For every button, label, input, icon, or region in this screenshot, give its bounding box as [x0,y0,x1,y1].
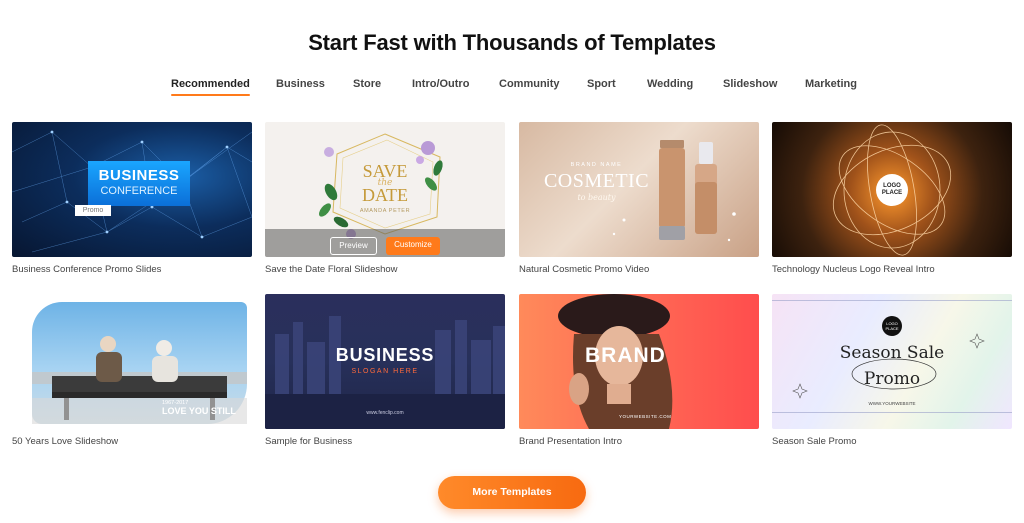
logo-placeholder: LOGO PLACE [876,174,908,206]
template-thumbnail[interactable]: BRAND NAME COSMETIC to beauty [519,122,759,257]
brand-url-text: YOURWEBSITE.COM [619,414,672,419]
tab-store[interactable]: Store [353,78,381,90]
template-caption[interactable]: Technology Nucleus Logo Reveal Intro [772,264,935,275]
template-caption[interactable]: Save the Date Floral Slideshow [265,264,398,275]
banner-line2: CONFERENCE [100,185,178,197]
tab-intro-outro[interactable]: Intro/Outro [412,78,469,90]
template-card-brand-intro[interactable]: BRAND YOURWEBSITE.COM Brand Presentation… [519,294,759,447]
date-text: DATE [362,185,408,205]
template-thumbnail[interactable]: SAVE the DATE AMANDA PETER Preview Custo… [265,122,505,257]
template-card-love-slideshow[interactable]: 1967-2017 LOVE YOU STILL 50 Years Love S… [12,294,252,447]
love-text: LOVE YOU STILL [162,406,236,416]
template-caption[interactable]: Brand Presentation Intro [519,436,622,447]
template-card-cosmetic[interactable]: BRAND NAME COSMETIC to beauty Natural Co… [519,122,759,275]
season-sale-text: Season Sale [839,343,945,363]
brand-title: BRAND [585,344,666,367]
template-thumbnail[interactable]: LOGO PLACE Season Sale Promo WWW.YOURWEB… [772,294,1012,429]
template-caption[interactable]: 50 Years Love Slideshow [12,436,118,447]
hover-overlay: Preview Customize [265,229,505,257]
slogan-text: SLOGAN HERE [351,368,419,375]
tab-wedding[interactable]: Wedding [647,78,693,90]
promo-tag: Promo [75,205,111,216]
tab-recommended[interactable]: Recommended [171,78,250,96]
url-text: www.fenclip.com [366,410,404,416]
template-caption[interactable]: Business Conference Promo Slides [12,264,161,275]
template-card-nucleus-logo[interactable]: LOGO PLACE Technology Nucleus Logo Revea… [772,122,1012,275]
customize-button[interactable]: Customize [386,237,440,255]
tab-marketing[interactable]: Marketing [805,78,857,90]
template-thumbnail[interactable]: BUSINESS SLOGAN HERE www.fenclip.com [265,294,505,429]
business-title: BUSINESS [335,345,435,365]
template-caption[interactable]: Season Sale Promo [772,436,857,447]
promo-text: Promo [863,369,921,389]
tab-slideshow[interactable]: Slideshow [723,78,777,90]
template-card-sample-business[interactable]: BUSINESS SLOGAN HERE www.fenclip.com Sam… [265,294,505,447]
banner-line1: BUSINESS [98,167,180,184]
business-banner: BUSINESS CONFERENCE [88,161,190,206]
more-templates-button[interactable]: More Templates [438,476,586,509]
tab-business[interactable]: Business [276,78,325,90]
names-text: AMANDA PETER [359,208,411,214]
template-card-save-the-date[interactable]: SAVE the DATE AMANDA PETER Preview Custo… [265,122,505,275]
template-card-business-conference[interactable]: BUSINESS CONFERENCE Promo Business Confe… [12,122,252,275]
template-thumbnail[interactable]: BRAND YOURWEBSITE.COM [519,294,759,429]
template-card-season-sale[interactable]: LOGO PLACE Season Sale Promo WWW.YOURWEB… [772,294,1012,447]
season-url-text: WWW.YOURWEBSITE [868,401,916,406]
template-thumbnail[interactable]: 1967-2017 LOVE YOU STILL [12,294,252,429]
page-title: Start Fast with Thousands of Templates [308,30,716,55]
cosmetic-bottles-graphic [612,140,736,242]
preview-button[interactable]: Preview [330,237,377,255]
template-caption[interactable]: Sample for Business [265,436,352,447]
category-tabs: Recommended Business Store Intro/Outro C… [0,78,1024,100]
template-thumbnail[interactable]: LOGO PLACE [772,122,1012,257]
template-caption[interactable]: Natural Cosmetic Promo Video [519,264,649,275]
tab-sport[interactable]: Sport [587,78,616,90]
tab-community[interactable]: Community [499,78,560,90]
template-thumbnail[interactable]: BUSINESS CONFERENCE Promo [12,122,252,257]
